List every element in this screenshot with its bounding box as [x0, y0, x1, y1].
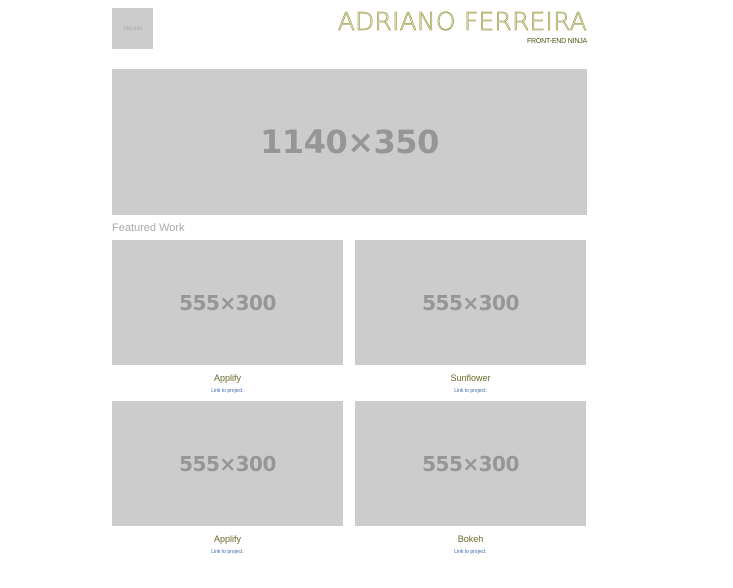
- site-name: ADRIANO FERREIRA: [337, 7, 587, 37]
- project-title: Sunflower: [450, 373, 491, 383]
- project-image-placeholder[interactable]: 555×300: [112, 401, 343, 526]
- project-link[interactable]: Link to project.: [112, 387, 343, 395]
- hero-image-label: 1140×350: [260, 123, 439, 161]
- project-image-label: 555×300: [422, 451, 519, 476]
- project-image-label: 555×300: [422, 290, 519, 315]
- project-image-label: 555×300: [179, 451, 276, 476]
- featured-work-heading: Featured Work: [112, 222, 185, 234]
- project-title: Applify: [213, 373, 241, 383]
- project-caption: Applify Link to project.: [112, 373, 343, 395]
- project-link[interactable]: Link to project.: [355, 387, 586, 395]
- project-image-placeholder[interactable]: 555×300: [112, 240, 343, 365]
- project-image-label: 555×300: [179, 290, 276, 315]
- project-caption: Sunflower Link to project.: [355, 373, 586, 395]
- project-link[interactable]: Link to project.: [355, 548, 586, 556]
- project-image-placeholder[interactable]: 555×300: [355, 240, 586, 365]
- logo-placeholder: 150×150: [112, 8, 153, 49]
- project-title: Bokeh: [457, 534, 484, 544]
- project-title: Applify: [213, 534, 241, 544]
- hero-image-placeholder: 1140×350: [112, 69, 587, 215]
- tagline: FRONT-END NINJA: [526, 38, 587, 45]
- logo-placeholder-label: 150×150: [123, 26, 142, 31]
- project-caption: Applify Link to project.: [112, 534, 343, 556]
- project-link[interactable]: Link to project.: [112, 548, 343, 556]
- page: 150×150 ADRIANO FERREIRA FRONT-END NINJA…: [0, 0, 733, 588]
- project-image-placeholder[interactable]: 555×300: [355, 401, 586, 526]
- project-caption: Bokeh Link to project.: [355, 534, 586, 556]
